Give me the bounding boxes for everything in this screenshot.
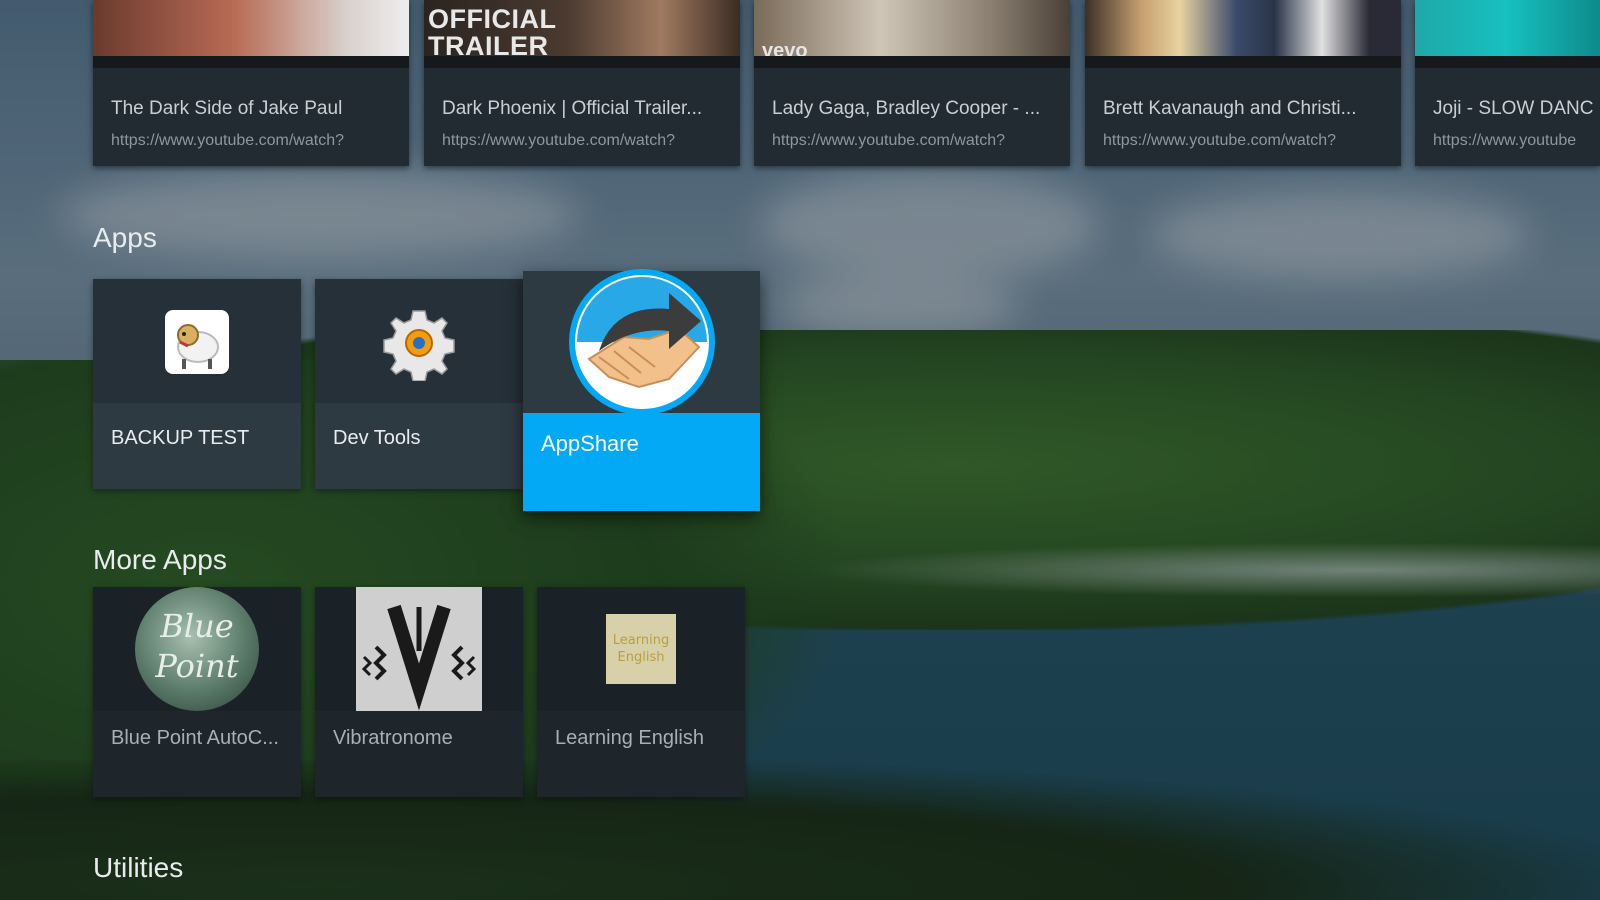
video-thumbnail (1085, 0, 1401, 68)
video-url: https://www.youtube.com/watch? (772, 132, 1005, 149)
section-title-more-apps: More Apps (93, 544, 227, 575)
video-title: The Dark Side of Jake Paul (111, 98, 343, 119)
video-title: Lady Gaga, Bradley Cooper - ... (772, 98, 1041, 119)
learning-english-icon: Learning English (606, 614, 676, 684)
video-card[interactable]: vevo Lady Gaga, Bradley Cooper - ... htt… (754, 0, 1070, 166)
app-label: Dev Tools (333, 427, 421, 449)
video-url: https://www.youtube.com/watch? (1103, 132, 1336, 149)
app-card-backup-test[interactable]: BACKUP TEST (93, 279, 301, 489)
video-url: https://www.youtube.com/watch? (442, 132, 675, 149)
vibratronome-icon (356, 587, 482, 711)
thumbnail-text: OFFICIAL TRAILER (428, 4, 556, 61)
section-title-apps: Apps (93, 222, 157, 253)
video-card[interactable]: Joji - SLOW DANC https://www.youtube (1415, 0, 1600, 166)
app-card-blue-point[interactable]: Blue Point Blue Point AutoC... (93, 587, 301, 797)
blue-point-logo: Blue Point (135, 587, 259, 711)
gear-icon (383, 310, 455, 381)
app-card-appshare[interactable]: AppShare (523, 269, 760, 511)
video-card[interactable]: The Dark Side of Jake Paul https://www.y… (93, 0, 409, 166)
video-card[interactable]: Brett Kavanaugh and Christi... https://w… (1085, 0, 1401, 166)
app-label: Blue Point AutoC... (111, 727, 279, 749)
app-label: AppShare (541, 431, 639, 456)
share-handshake-icon (569, 269, 715, 415)
video-title: Joji - SLOW DANC (1433, 98, 1594, 119)
video-thumbnail: OFFICIAL TRAILER (424, 0, 740, 68)
app-label: BACKUP TEST (111, 427, 250, 449)
app-card-vibratronome[interactable]: Vibratronome (315, 587, 523, 797)
app-card-dev-tools[interactable]: Dev Tools (315, 279, 523, 489)
app-card-learning-english[interactable]: Learning English Learning English (537, 587, 745, 797)
section-title-utilities: Utilities (93, 852, 184, 883)
video-thumbnail: vevo (754, 0, 1070, 68)
app-label: Vibratronome (333, 727, 453, 749)
app-label: Learning English (555, 727, 704, 749)
video-url: https://www.youtube (1433, 132, 1577, 149)
video-card[interactable]: OFFICIAL TRAILER Dark Phoenix | Official… (424, 0, 740, 166)
video-thumbnail (93, 0, 409, 68)
video-title: Dark Phoenix | Official Trailer... (442, 98, 703, 119)
sheep-icon (165, 310, 229, 374)
video-thumbnail (1415, 0, 1600, 68)
video-url: https://www.youtube.com/watch? (111, 132, 344, 149)
video-title: Brett Kavanaugh and Christi... (1103, 98, 1357, 119)
